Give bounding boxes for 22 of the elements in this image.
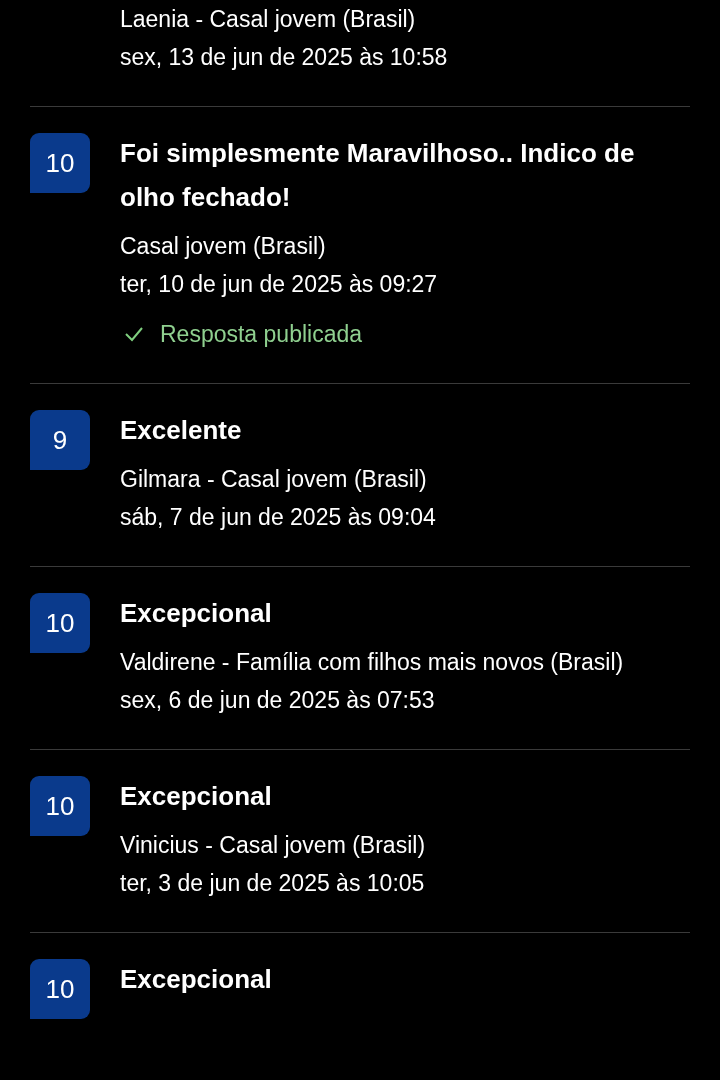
review-date: ter, 3 de jun de 2025 às 10:05 (120, 869, 426, 898)
reviewer-info: Gilmara - Casal jovem (Brasil) (120, 465, 428, 494)
reviewer-info: Laenia - Casal jovem (Brasil) (120, 5, 417, 34)
review-title: Excepcional (120, 597, 273, 630)
review-date: sáb, 7 de jun de 2025 às 09:04 (120, 503, 436, 532)
score-badge: 10 (30, 593, 90, 653)
check-icon (124, 326, 144, 342)
review-date: sex, 6 de jun de 2025 às 07:53 (120, 686, 436, 715)
review-date: ter, 10 de jun de 2025 às 09:27 (120, 270, 439, 299)
score-badge: 9 (30, 410, 90, 470)
review-title: Excepcional (120, 963, 273, 996)
review-title: Excelente (120, 414, 243, 447)
score-badge: 10 (30, 133, 90, 193)
review-date: sex, 13 de jun de 2025 às 10:58 (120, 43, 448, 72)
score-badge: 10 (30, 776, 90, 836)
score-badge: 10 (30, 959, 90, 1019)
reviewer-info: Vinicius - Casal jovem (Brasil) (120, 831, 426, 860)
review-title: Foi simplesmente Maravilhoso.. Indico de olho fechado! (120, 137, 636, 214)
reviewer-info: Valdirene - Família com filhos mais novos (Brasil) (120, 648, 624, 677)
reply-status: Resposta publicada (160, 320, 363, 349)
review-title: Excepcional (120, 780, 273, 813)
reviewer-info: Casal jovem (Brasil) (120, 232, 327, 261)
